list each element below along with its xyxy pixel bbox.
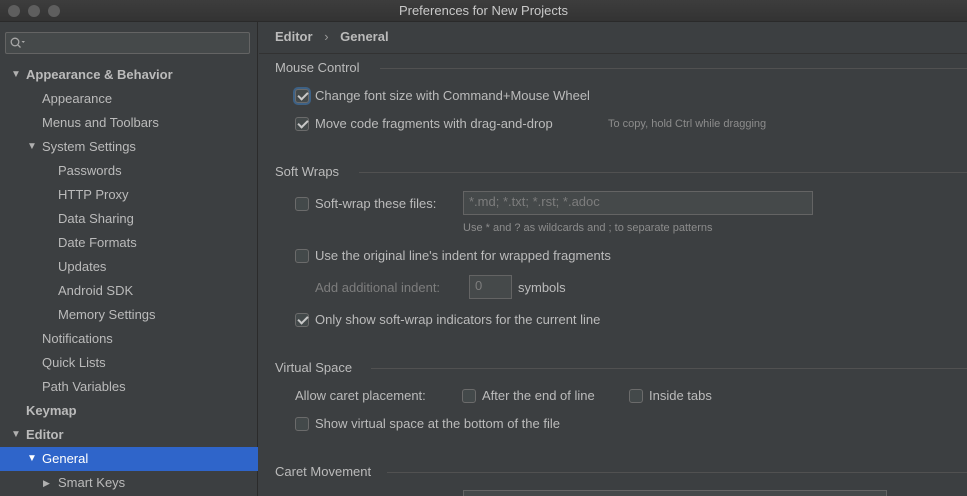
section-divider — [359, 172, 967, 173]
section-title-caret-movement: Caret Movement — [275, 464, 372, 479]
breadcrumb-separator-icon: › — [324, 29, 329, 44]
tree-item-data-sharing[interactable]: Data Sharing — [0, 207, 258, 231]
tree-item-android-sdk[interactable]: Android SDK — [0, 279, 258, 303]
tree-item-label: Appearance — [42, 91, 113, 106]
breadcrumb-current: General — [340, 29, 389, 44]
tree-item-updates[interactable]: Updates — [0, 255, 258, 279]
expand-arrow-icon[interactable]: ▼ — [11, 423, 21, 447]
drag-drop-label[interactable]: Move code fragments with drag-and-drop — [315, 116, 553, 131]
tree-item-smart-keys[interactable]: ▶ Smart Keys — [0, 471, 258, 495]
tree-item-general[interactable]: ▼ General — [0, 447, 258, 471]
caret-movement-dropdown[interactable] — [463, 490, 887, 496]
tree-item-label: Notifications — [42, 331, 113, 346]
tree-item-passwords[interactable]: Passwords — [0, 159, 258, 183]
collapse-arrow-icon[interactable]: ▶ — [43, 471, 50, 495]
tree-item-label: Updates — [58, 259, 107, 274]
tree-item-keymap[interactable]: Keymap — [0, 399, 258, 423]
tree-item-system-settings[interactable]: ▼ System Settings — [0, 135, 258, 159]
virtual-space-bottom-checkbox[interactable] — [295, 417, 309, 431]
tree-item-label: General — [42, 451, 89, 466]
section-divider — [380, 68, 967, 69]
original-indent-checkbox[interactable] — [295, 249, 309, 263]
font-size-label[interactable]: Change font size with Command+Mouse Whee… — [315, 88, 590, 103]
expand-arrow-icon[interactable]: ▼ — [11, 63, 21, 87]
soft-wrap-files-input[interactable]: *.md; *.txt; *.rst; *.adoc — [463, 191, 813, 215]
font-size-checkbox[interactable] — [295, 89, 309, 103]
section-title-soft-wraps: Soft Wraps — [275, 164, 340, 179]
tree-item-label: Appearance & Behavior — [26, 67, 173, 82]
expand-arrow-icon[interactable]: ▼ — [27, 135, 37, 159]
tree-item-label: Keymap — [26, 403, 77, 418]
tree-item-label: Path Variables — [42, 379, 126, 394]
expand-arrow-icon[interactable]: ▼ — [27, 447, 37, 471]
section-divider — [371, 368, 967, 369]
tree-item-label: System Settings — [42, 139, 136, 154]
tree-item-label: Smart Keys — [58, 475, 126, 490]
settings-content: Editor › General Mouse Control Change fo… — [259, 22, 967, 496]
soft-wrap-indicators-label[interactable]: Only show soft-wrap indicators for the c… — [315, 312, 600, 327]
tree-item-label: Date Formats — [58, 235, 137, 250]
tree-item-label: HTTP Proxy — [58, 187, 129, 202]
tree-item-label: Menus and Toolbars — [42, 115, 159, 130]
tree-item-notifications[interactable]: Notifications — [0, 327, 258, 351]
inside-tabs-checkbox[interactable] — [629, 389, 643, 403]
original-indent-label[interactable]: Use the original line's indent for wrapp… — [315, 248, 611, 263]
drag-drop-checkbox[interactable] — [295, 117, 309, 131]
tree-item-quick-lists[interactable]: Quick Lists — [0, 351, 258, 375]
tree-item-label: Memory Settings — [58, 307, 156, 322]
after-end-of-line-checkbox[interactable] — [462, 389, 476, 403]
tree-item-label: Data Sharing — [58, 211, 134, 226]
settings-sidebar: ▼ Appearance & Behavior Appearance Menus… — [0, 22, 258, 496]
tree-item-path-variables[interactable]: Path Variables — [0, 375, 258, 399]
additional-indent-input[interactable]: 0 — [469, 275, 512, 299]
breadcrumb-parent[interactable]: Editor — [275, 29, 313, 44]
drag-drop-hint: To copy, hold Ctrl while dragging — [608, 118, 767, 130]
window-titlebar: Preferences for New Projects — [0, 0, 967, 22]
inside-tabs-label[interactable]: Inside tabs — [649, 388, 712, 403]
virtual-space-bottom-label[interactable]: Show virtual space at the bottom of the … — [315, 416, 560, 431]
tree-item-menus-toolbars[interactable]: Menus and Toolbars — [0, 111, 258, 135]
tree-item-memory-settings[interactable]: Memory Settings — [0, 303, 258, 327]
settings-search-input[interactable] — [5, 32, 250, 54]
soft-wrap-files-label[interactable]: Soft-wrap these files: — [315, 196, 436, 211]
tree-item-label: Android SDK — [58, 283, 134, 298]
caret-placement-label: Allow caret placement: — [295, 388, 426, 403]
tree-item-date-formats[interactable]: Date Formats — [0, 231, 258, 255]
soft-wrap-indicators-checkbox[interactable] — [295, 313, 309, 327]
after-end-of-line-label[interactable]: After the end of line — [482, 388, 595, 403]
soft-wrap-files-hint: Use * and ? as wildcards and ; to separa… — [463, 222, 713, 234]
tree-item-label: Quick Lists — [42, 355, 106, 370]
tree-item-editor[interactable]: ▼ Editor — [0, 423, 258, 447]
additional-indent-label: Add additional indent: — [315, 280, 441, 295]
tree-item-label: Editor — [26, 427, 64, 442]
window-title: Preferences for New Projects — [398, 3, 569, 18]
tree-item-appearance-behavior[interactable]: ▼ Appearance & Behavior — [0, 63, 258, 87]
tree-item-http-proxy[interactable]: HTTP Proxy — [0, 183, 258, 207]
search-icon — [10, 37, 25, 48]
soft-wrap-files-checkbox[interactable] — [295, 197, 309, 211]
symbols-label: symbols — [518, 280, 566, 295]
header-divider — [259, 53, 967, 54]
tree-item-label: Passwords — [58, 163, 122, 178]
section-divider — [387, 472, 967, 473]
section-title-mouse-control: Mouse Control — [275, 60, 360, 75]
tree-item-appearance[interactable]: Appearance — [0, 87, 258, 111]
breadcrumb: Editor › General — [275, 29, 389, 44]
section-title-virtual-space: Virtual Space — [275, 360, 353, 375]
